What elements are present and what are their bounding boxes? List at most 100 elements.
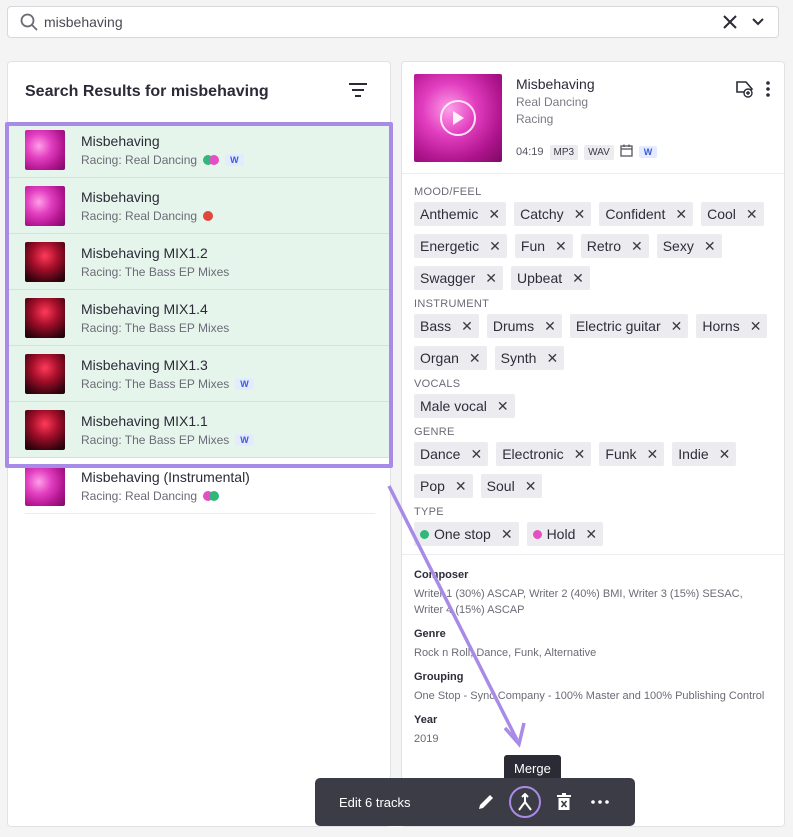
tag-chip-label: Indie [678,446,709,462]
format-wav[interactable]: WAV [584,144,614,160]
remove-tag-icon[interactable]: ✕ [489,238,501,255]
remove-tag-icon[interactable]: ✕ [704,238,716,255]
remove-tag-icon[interactable]: ✕ [574,446,586,463]
remove-tag-icon[interactable]: ✕ [574,206,586,223]
tag-category-label: VOCALS [414,378,461,390]
pencil-icon[interactable] [473,789,499,815]
tag-chip[interactable]: Swagger ✕ [414,266,503,290]
remove-tag-icon[interactable]: ✕ [455,478,467,495]
remove-tag-icon[interactable]: ✕ [546,350,558,367]
result-row[interactable]: Misbehaving Racing: Real Dancing W [8,122,390,178]
merge-icon[interactable] [509,786,541,818]
tag-chip-label: Anthemic [420,206,479,222]
result-thumbnail [25,409,65,450]
tag-chip[interactable]: Cool ✕ [701,202,764,226]
tag-chip[interactable]: Bass ✕ [414,314,479,338]
calendar-icon [620,144,633,160]
remove-tag-icon[interactable]: ✕ [631,238,643,255]
remove-tag-icon[interactable]: ✕ [647,446,659,463]
remove-tag-icon[interactable]: ✕ [470,446,482,463]
filter-icon[interactable] [348,82,368,103]
tag-chip[interactable]: Anthemic ✕ [414,202,507,226]
result-text: Misbehaving Racing: Real Dancing W [81,133,244,167]
remove-tag-icon[interactable]: ✕ [675,206,687,223]
add-tag-icon[interactable] [734,80,754,103]
result-row[interactable]: Misbehaving MIX1.1 Racing: The Bass EP M… [8,402,390,458]
search-input[interactable] [44,14,716,30]
track-detail-panel: Misbehaving Real Dancing Racing 04:19 MP… [401,61,785,827]
status-dots [203,210,214,221]
tag-chip[interactable]: One stop ✕ [414,522,519,546]
tag-groups: MOOD/FEEL Anthemic ✕ Catchy ✕ Confident ✕ Cool ✕… [402,174,784,546]
tag-category-label: MOOD/FEEL [414,186,482,198]
remove-tag-icon[interactable]: ✕ [750,318,762,335]
result-text: Misbehaving (Instrumental) Racing: Real … [81,469,250,503]
tag-chip[interactable]: Indie ✕ [672,442,737,466]
detail-value: Rock n Roll, Dance, Funk, Alternative [414,647,597,659]
tag-chip[interactable]: Sexy ✕ [656,234,722,258]
status-dot [203,210,214,221]
result-row[interactable]: Misbehaving (Instrumental) Racing: Real … [25,458,375,514]
writer-badge: W [225,153,244,166]
tag-chip[interactable]: Hold ✕ [526,522,604,546]
search-icon [14,13,44,31]
play-icon[interactable] [440,100,476,136]
search-bar [7,6,779,38]
tag-chip[interactable]: Soul ✕ [480,474,543,498]
track-duration: 04:19 [516,146,544,158]
tag-chip[interactable]: Energetic ✕ [414,234,507,258]
remove-tag-icon[interactable]: ✕ [585,526,597,543]
remove-tag-icon[interactable]: ✕ [555,238,567,255]
remove-tag-icon[interactable]: ✕ [544,318,556,335]
track-album: Real Dancing [516,95,589,109]
track-cover[interactable] [414,74,502,162]
more-vertical-icon[interactable] [766,81,770,102]
result-title: Misbehaving [81,188,160,205]
clear-search-icon[interactable] [716,15,744,29]
tag-chip[interactable]: Pop ✕ [414,474,473,498]
remove-tag-icon[interactable]: ✕ [525,478,537,495]
tag-chip[interactable]: Catchy ✕ [514,202,592,226]
remove-tag-icon[interactable]: ✕ [572,270,584,287]
remove-tag-icon[interactable]: ✕ [497,398,509,415]
remove-tag-icon[interactable]: ✕ [501,526,513,543]
tag-chip[interactable]: Dance ✕ [414,442,489,466]
result-subtitle-line: Racing: Real Dancing W [81,153,244,167]
tag-chip[interactable]: Confident ✕ [599,202,694,226]
remove-tag-icon[interactable]: ✕ [461,318,473,335]
remove-tag-icon[interactable]: ✕ [671,318,683,335]
tag-category-label: GENRE [414,426,455,438]
result-row[interactable]: Misbehaving Racing: Real Dancing [8,178,390,234]
tag-chip[interactable]: Funk ✕ [599,442,665,466]
result-row[interactable]: Misbehaving MIX1.2 Racing: The Bass EP M… [8,234,390,290]
result-row[interactable]: Misbehaving MIX1.3 Racing: The Bass EP M… [8,346,390,402]
result-thumbnail [25,185,65,226]
tag-chip[interactable]: Upbeat ✕ [511,266,590,290]
remove-tag-icon[interactable]: ✕ [485,270,497,287]
remove-tag-icon[interactable]: ✕ [746,206,758,223]
format-mp3[interactable]: MP3 [549,144,579,160]
chevron-down-icon[interactable] [744,17,772,27]
result-thumbnail [25,241,65,282]
tag-chip[interactable]: Electronic ✕ [496,442,592,466]
tag-chip-label: Swagger [420,270,476,286]
delete-icon[interactable] [551,789,577,815]
tag-chip[interactable]: Electric guitar ✕ [569,314,689,338]
tag-chip-label: Drums [492,318,535,334]
edit-tracks-label[interactable]: Edit 6 tracks [339,795,473,810]
remove-tag-icon[interactable]: ✕ [469,350,481,367]
remove-tag-icon[interactable]: ✕ [719,446,731,463]
tag-chip[interactable]: Drums ✕ [486,314,562,338]
tag-chip[interactable]: Fun ✕ [514,234,573,258]
tag-chip[interactable]: Male vocal ✕ [414,394,515,418]
tag-chip[interactable]: Retro ✕ [580,234,649,258]
remove-tag-icon[interactable]: ✕ [488,206,500,223]
search-results-panel: Search Results for misbehaving Misbehavi… [7,61,391,827]
tag-chip[interactable]: Synth ✕ [494,346,565,370]
detail-value: Writer 1 (30%) ASCAP, Writer 2 (40%) BMI… [414,588,743,616]
tag-chip[interactable]: Organ ✕ [414,346,487,370]
result-row[interactable]: Misbehaving MIX1.4 Racing: The Bass EP M… [8,290,390,346]
tag-chip[interactable]: Horns ✕ [696,314,768,338]
more-horizontal-icon[interactable] [587,789,613,815]
track-info: Misbehaving Real Dancing Racing 04:19 MP… [516,74,658,173]
